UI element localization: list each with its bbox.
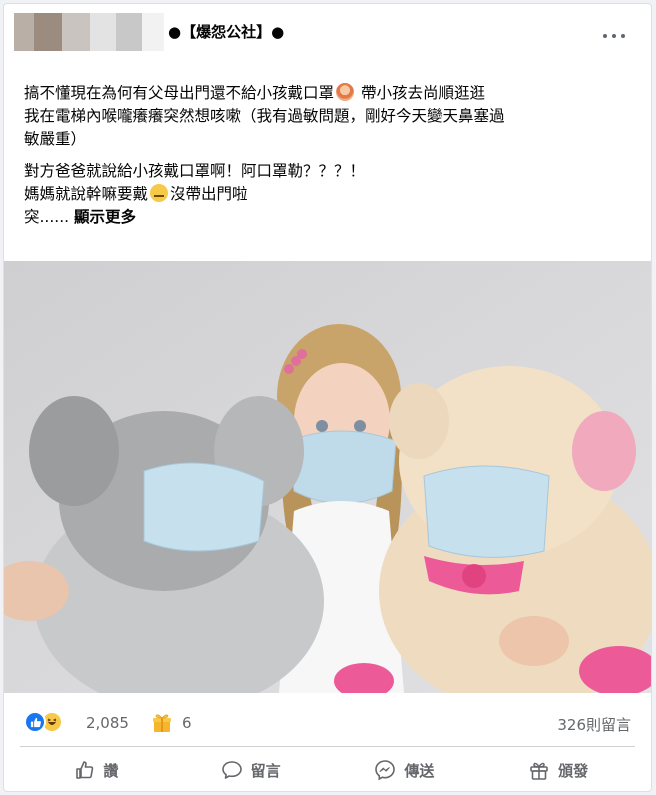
- like-button[interactable]: 讚: [20, 752, 174, 788]
- blurred-profile-area: [14, 13, 164, 51]
- reaction-icons[interactable]: [24, 711, 63, 733]
- comment-bubble-icon: [221, 761, 242, 779]
- like-label: 讚: [103, 761, 119, 780]
- comment-label: 留言: [250, 761, 281, 780]
- award-gift-icon[interactable]: [151, 713, 173, 733]
- woman-gesturing-emoji-icon: [336, 83, 355, 101]
- expressionless-emoji-icon: [150, 184, 169, 202]
- like-reaction-icon: [24, 711, 46, 733]
- ellipsis-icon[interactable]: [603, 32, 625, 40]
- send-button[interactable]: 傳送: [328, 752, 482, 788]
- post-text: 搞不懂現在為何有父母出門還不給小孩戴口罩 帶小孩去尚順逛逛 我在電梯內喉嚨癢癢突…: [24, 82, 640, 229]
- send-label: 傳送: [404, 761, 435, 780]
- post-header: ●【爆怨公社】●: [4, 4, 651, 64]
- post-line: 敏嚴重）: [24, 130, 87, 148]
- award-button[interactable]: 頒發: [481, 752, 635, 788]
- gift-icon: [530, 762, 548, 780]
- post-line: 對方爸爸就說給小孩戴口罩啊！阿口罩勒？？？！: [24, 162, 366, 180]
- post-line: 突...... 顯示更多: [24, 208, 137, 226]
- comment-count[interactable]: 326則留言: [557, 714, 631, 735]
- post-card: ●【爆怨公社】● 搞不懂現在為何有父母出門還不給小孩戴口罩 帶小孩去尚順逛逛 我…: [3, 3, 652, 792]
- divider: [20, 746, 635, 747]
- messenger-icon: [375, 760, 396, 781]
- post-photo[interactable]: [4, 261, 651, 693]
- post-line: 媽媽就說幹嘛要戴 沒帶出門啦: [24, 184, 248, 203]
- thumbs-up-icon: [76, 761, 94, 779]
- reactions-bar: 2,085 6 326則留言: [4, 704, 651, 740]
- award-count: 6: [182, 714, 192, 732]
- reaction-count[interactable]: 2,085: [86, 714, 129, 732]
- group-name[interactable]: ●【爆怨公社】●: [168, 21, 284, 42]
- post-line: 我在電梯內喉嚨癢癢突然想咳嗽（我有過敏問題，剛好今天變天鼻塞過: [24, 107, 505, 125]
- see-more-link[interactable]: 顯示更多: [74, 208, 136, 226]
- action-bar: 讚 留言 傳送 頒發: [20, 752, 635, 788]
- comment-button[interactable]: 留言: [174, 752, 328, 788]
- award-label: 頒發: [558, 761, 589, 780]
- post-line: 搞不懂現在為何有父母出門還不給小孩戴口罩 帶小孩去尚順逛逛: [24, 83, 485, 102]
